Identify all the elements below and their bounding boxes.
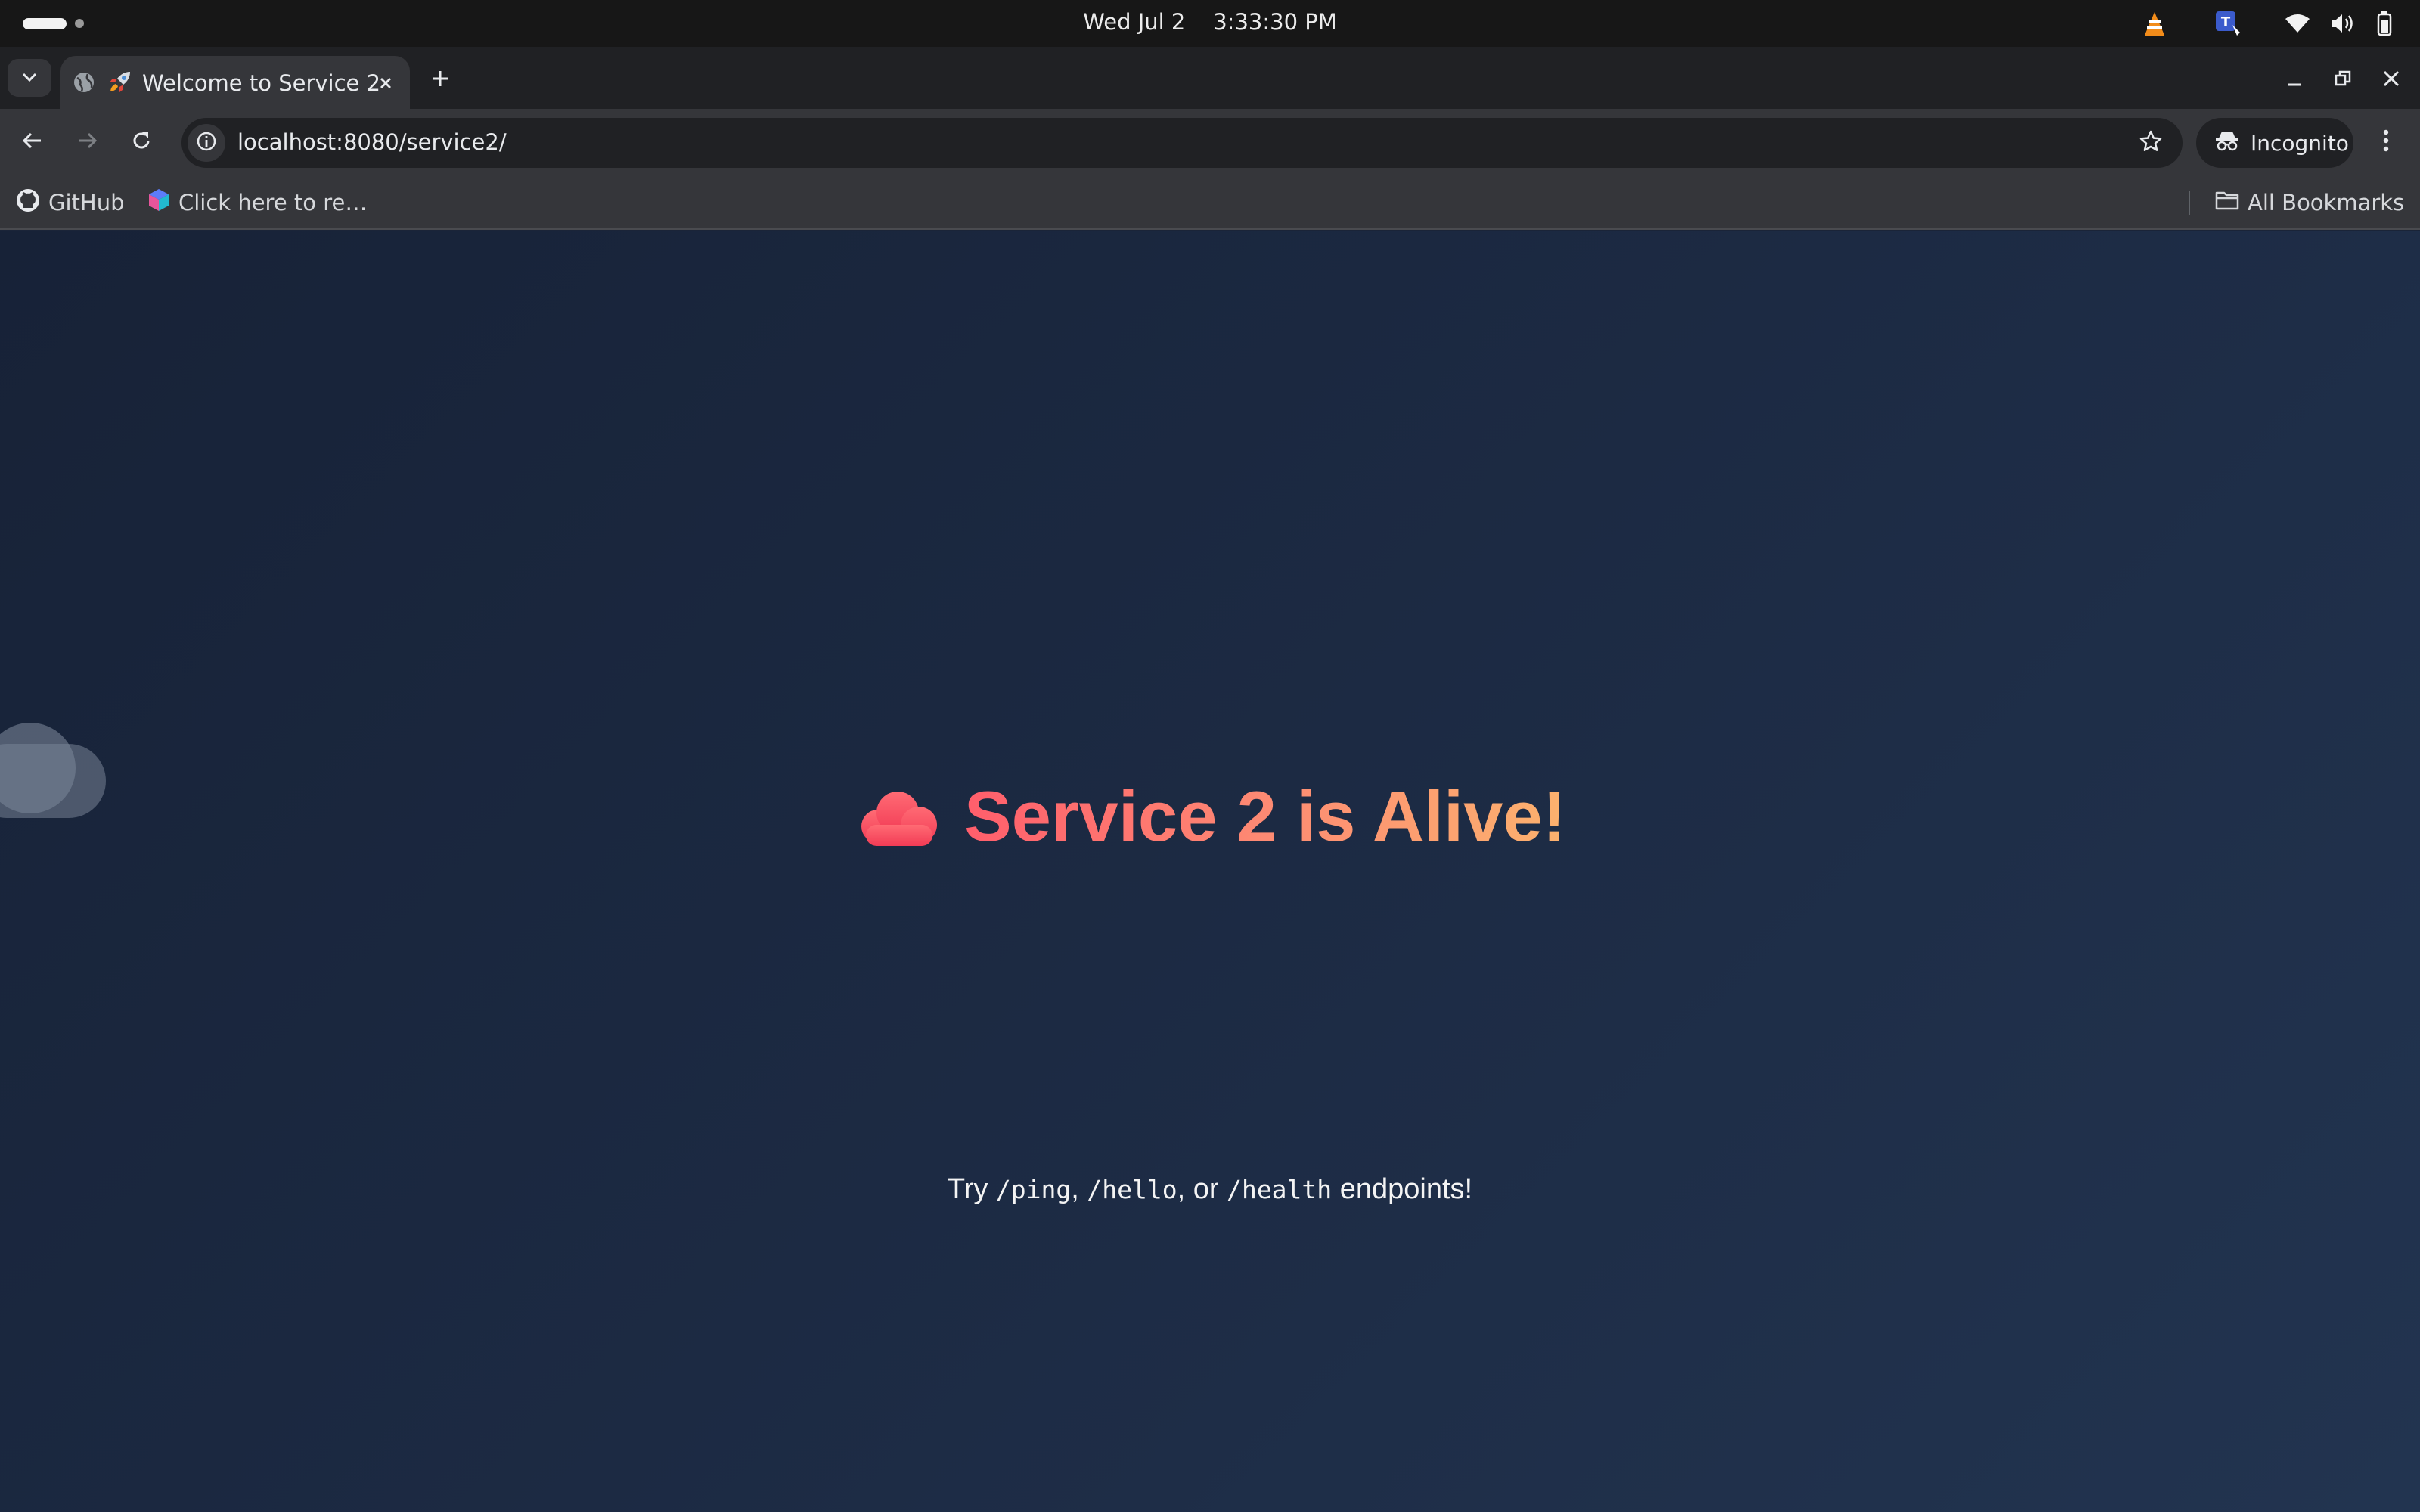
os-clock[interactable]: Wed Jul 2 3:33:30 PM xyxy=(0,9,2420,35)
minimize-button[interactable] xyxy=(2279,65,2310,95)
star-icon xyxy=(2139,129,2163,156)
close-tab-icon[interactable] xyxy=(374,71,398,95)
address-bar[interactable]: localhost:8080/service2/ xyxy=(182,118,2183,168)
site-info-button[interactable] xyxy=(188,124,225,162)
os-top-bar: Wed Jul 2 3:33:30 PM T xyxy=(0,0,2420,47)
page-content: Service 2 is Alive! Try /ping, /hello, o… xyxy=(0,231,2420,1512)
all-bookmarks-button[interactable]: All Bookmarks xyxy=(2214,186,2404,219)
cloud-icon xyxy=(854,790,942,849)
tab-strip: Welcome to Service 2 xyxy=(0,47,2420,109)
cube-icon xyxy=(147,187,171,218)
globe-icon xyxy=(73,71,95,97)
minimize-icon xyxy=(2285,70,2304,91)
bookmark-label: GitHub xyxy=(48,190,125,215)
bookmark-star-button[interactable] xyxy=(2136,128,2166,158)
translate-icon[interactable]: T xyxy=(2213,10,2243,37)
svg-text:T: T xyxy=(2221,14,2231,30)
bookmarks-separator xyxy=(2189,191,2190,215)
arrow-left-icon xyxy=(21,129,44,155)
tab-title: Welcome to Service 2 xyxy=(142,70,381,96)
bookmarks-bar: GitHub Click here to re… All Bookmarks xyxy=(0,175,2420,230)
restore-button[interactable] xyxy=(2328,65,2358,95)
endpoint-health: /health xyxy=(1227,1175,1333,1204)
battery-icon[interactable] xyxy=(2373,10,2396,37)
close-window-button[interactable] xyxy=(2376,65,2406,95)
bookmark-click-here[interactable]: Click here to re… xyxy=(147,186,367,219)
endpoint-hello: /hello xyxy=(1087,1175,1177,1204)
more-vertical-icon xyxy=(2382,129,2390,156)
bookmark-github[interactable]: GitHub xyxy=(15,186,125,219)
hint-prefix: Try xyxy=(947,1173,996,1205)
vlc-icon[interactable] xyxy=(2142,10,2167,37)
back-button[interactable] xyxy=(14,123,51,161)
incognito-badge[interactable]: Incognito xyxy=(2196,118,2353,168)
wifi-icon[interactable] xyxy=(2282,10,2313,37)
endpoint-ping: /ping xyxy=(995,1175,1072,1204)
browser-toolbar: localhost:8080/service2/ Incognito xyxy=(0,109,2420,175)
incognito-icon xyxy=(2214,129,2240,157)
rocket-icon xyxy=(107,69,133,98)
bookmark-label: Click here to re… xyxy=(178,190,368,215)
restore-icon xyxy=(2334,70,2352,91)
browser-menu-button[interactable] xyxy=(2367,123,2405,161)
forward-button[interactable] xyxy=(68,123,106,161)
hint-sep: , xyxy=(1071,1173,1087,1205)
folder-icon xyxy=(2214,189,2240,217)
plus-icon xyxy=(430,69,450,91)
arrow-right-icon xyxy=(76,129,98,155)
all-bookmarks-label: All Bookmarks xyxy=(2248,190,2405,215)
incognito-label: Incognito xyxy=(2251,130,2349,156)
url-text[interactable]: localhost:8080/service2/ xyxy=(237,129,507,155)
github-icon xyxy=(15,187,41,218)
volume-icon[interactable] xyxy=(2328,10,2358,37)
hero: Service 2 is Alive! xyxy=(0,776,2420,857)
tab-active[interactable]: Welcome to Service 2 xyxy=(60,56,410,109)
close-icon xyxy=(2382,70,2400,91)
endpoints-hint: Try /ping, /hello, or /health endpoints! xyxy=(0,1173,2420,1206)
hint-sep: , or xyxy=(1177,1173,1227,1205)
hint-suffix: endpoints! xyxy=(1332,1173,1473,1205)
chevron-down-icon xyxy=(21,71,38,85)
tab-search-button[interactable] xyxy=(8,59,51,97)
reload-button[interactable] xyxy=(123,123,160,161)
reload-icon xyxy=(130,129,153,155)
info-icon xyxy=(196,131,217,155)
page-title: Service 2 is Alive! xyxy=(963,776,1567,856)
new-tab-button[interactable] xyxy=(425,65,455,95)
